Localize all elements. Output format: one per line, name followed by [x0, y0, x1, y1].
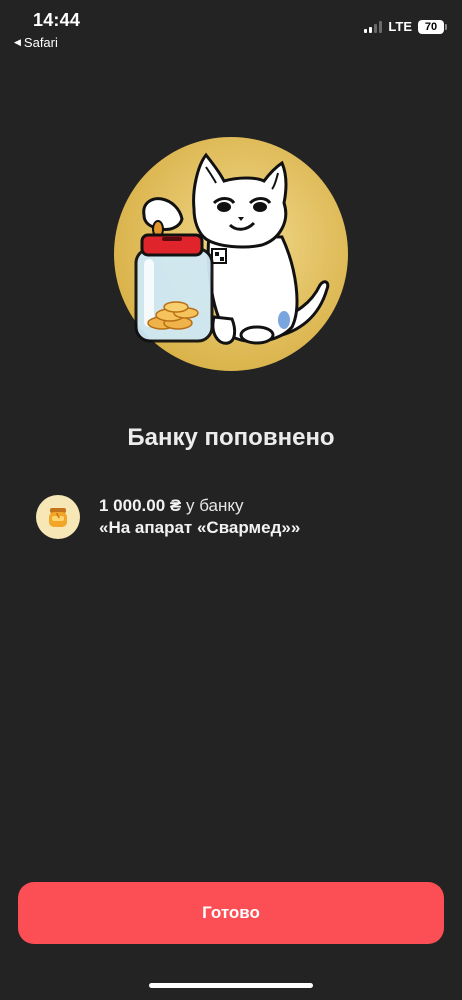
cellular-signal-icon: [364, 20, 383, 33]
status-indicators: LTE 70: [364, 19, 447, 34]
amount-suffix: у банку: [185, 496, 244, 515]
back-app-label: Safari: [23, 35, 58, 50]
battery-level: 70: [424, 20, 438, 33]
jar-info: 1 000.00 ₴ у банку «На апарат «Свармед»»: [36, 495, 300, 539]
jar-name: «На апарат «Свармед»»: [99, 518, 301, 537]
done-button[interactable]: Готово: [18, 882, 444, 944]
battery-icon: 70: [418, 19, 447, 34]
home-indicator[interactable]: [149, 983, 313, 988]
honey-jar-icon: [36, 495, 80, 539]
topup-amount: 1 000.00 ₴: [99, 496, 182, 515]
jar-details: 1 000.00 ₴ у банку «На апарат «Свармед»»: [99, 495, 300, 539]
jar-amount-line: 1 000.00 ₴ у банку: [99, 495, 300, 517]
cat-with-coin-jar-illustration: [114, 137, 348, 371]
page-title: Банку поповнено: [127, 424, 335, 451]
status-bar: 14:44 ◀ Safari LTE 70: [0, 0, 462, 60]
network-type: LTE: [388, 19, 412, 34]
back-arrow-icon: ◀: [14, 37, 21, 47]
back-to-safari-link[interactable]: ◀ Safari: [14, 35, 58, 50]
status-time: 14:44: [33, 10, 81, 30]
